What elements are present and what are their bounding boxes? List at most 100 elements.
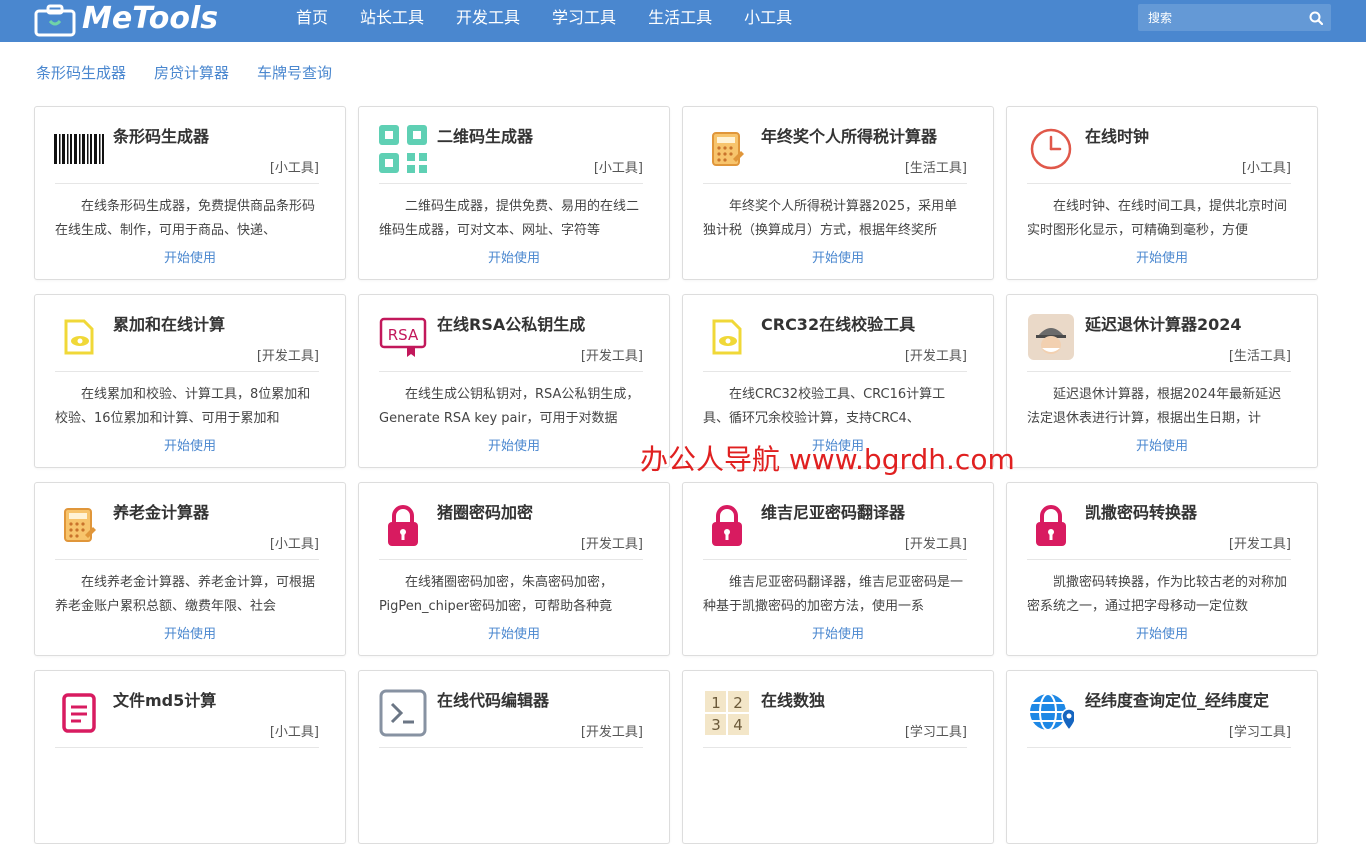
card-category[interactable]: [小工具]: [1242, 157, 1291, 176]
card-title[interactable]: 文件md5计算: [113, 687, 216, 711]
start-using-link[interactable]: 开始使用: [35, 435, 345, 454]
tool-card[interactable]: 在线时钟 [小工具] 在线时钟、在线时间工具，提供北京时间实时图形化显示，可精确到毫…: [1006, 106, 1318, 280]
start-using-link[interactable]: 开始使用: [359, 623, 669, 642]
card-divider: [379, 183, 643, 184]
card-divider: [1027, 183, 1291, 184]
card-divider: [703, 559, 967, 560]
card-divider: [1027, 747, 1291, 748]
start-using-link[interactable]: 开始使用: [683, 247, 993, 266]
card-category[interactable]: [生活工具]: [1229, 345, 1291, 364]
card-description: 在线CRC32校验工具、CRC16计算工具、循环冗余校验计算，支持CRC4、: [703, 387, 946, 426]
nav-dev-tools[interactable]: 开发工具: [456, 0, 520, 36]
site-logo[interactable]: MeTools: [34, 1, 218, 37]
tool-card[interactable]: 条形码生成器 [小工具] 在线条形码生成器，免费提供商品条形码在线生成、制作，可用于…: [34, 106, 346, 280]
start-using-link[interactable]: 开始使用: [35, 623, 345, 642]
tool-card[interactable]: 年终奖个人所得税计算器 [生活工具] 年终奖个人所得税计算器2025，采用单独计税（…: [682, 106, 994, 280]
nav-webmaster-tools[interactable]: 站长工具: [360, 0, 424, 36]
nav-life-tools[interactable]: 生活工具: [648, 0, 712, 36]
card-title[interactable]: 年终奖个人所得税计算器: [761, 123, 937, 147]
tool-card[interactable]: 累加和在线计算 [开发工具] 在线累加和校验、计算工具，8位累加和校验、16位累加和…: [34, 294, 346, 468]
tool-card[interactable]: RSA 在线RSA公私钥生成 [开发工具] 在线生成公钥私钥对，RSA公私钥生成，G…: [358, 294, 670, 468]
start-using-link[interactable]: 开始使用: [35, 247, 345, 266]
logo-text: MeTools: [82, 1, 219, 36]
card-category[interactable]: [开发工具]: [1229, 533, 1291, 552]
tool-card[interactable]: 维吉尼亚密码翻译器 [开发工具] 维吉尼亚密码翻译器，维吉尼亚密码是一种基于凯撒密码…: [682, 482, 994, 656]
tool-card[interactable]: 凯撒密码转换器 [开发工具] 凯撒密码转换器，作为比较古老的对称加密系统之一，通过把…: [1006, 482, 1318, 656]
card-title[interactable]: 猪圈密码加密: [437, 499, 533, 523]
main-nav: 首页 站长工具 开发工具 学习工具 生活工具 小工具: [296, 0, 824, 36]
tool-card[interactable]: 在线代码编辑器 [开发工具]: [358, 670, 670, 844]
start-using-link[interactable]: 开始使用: [1007, 435, 1317, 454]
card-category[interactable]: [开发工具]: [581, 721, 643, 740]
tool-card[interactable]: 猪圈密码加密 [开发工具] 在线猪圈密码加密，朱高密码加密，PigPen_chipe…: [358, 482, 670, 656]
tool-card[interactable]: 二维码生成器 [小工具] 二维码生成器，提供免费、易用的在线二维码生成器，可对文本、…: [358, 106, 670, 280]
card-category[interactable]: [小工具]: [270, 533, 319, 552]
card-title[interactable]: 在线时钟: [1085, 123, 1149, 147]
tool-card[interactable]: 经纬度查询定位_经纬度定 [学习工具]: [1006, 670, 1318, 844]
card-description: 在线猪圈密码加密，朱高密码加密，PigPen_chiper密码加密，可帮助各种竟: [379, 575, 614, 614]
card-divider: [55, 371, 319, 372]
card-title[interactable]: 条形码生成器: [113, 123, 209, 147]
card-description: 延迟退休计算器，根据2024年最新延迟法定退休表进行计算，根据出生日期，计: [1027, 387, 1282, 426]
nav-home[interactable]: 首页: [296, 0, 328, 36]
start-using-link[interactable]: 开始使用: [359, 435, 669, 454]
sudoku-digit: 4: [733, 716, 743, 734]
rsa-label: RSA: [388, 326, 419, 344]
card-title[interactable]: 在线RSA公私钥生成: [437, 311, 585, 335]
card-category[interactable]: [小工具]: [594, 157, 643, 176]
globe-pin-icon: [1025, 687, 1077, 739]
card-title[interactable]: 在线代码编辑器: [437, 687, 549, 711]
card-divider: [379, 747, 643, 748]
card-category[interactable]: [开发工具]: [905, 345, 967, 364]
card-category[interactable]: [开发工具]: [581, 533, 643, 552]
nav-study-tools[interactable]: 学习工具: [552, 0, 616, 36]
card-category[interactable]: [开发工具]: [581, 345, 643, 364]
start-using-link[interactable]: 开始使用: [1007, 623, 1317, 642]
card-category[interactable]: [生活工具]: [905, 157, 967, 176]
card-category[interactable]: [开发工具]: [905, 533, 967, 552]
card-divider: [1027, 559, 1291, 560]
card-description: 在线生成公钥私钥对，RSA公私钥生成，Generate RSA key pair…: [379, 387, 640, 426]
card-title[interactable]: 维吉尼亚密码翻译器: [761, 499, 905, 523]
start-using-link[interactable]: 开始使用: [683, 623, 993, 642]
card-category[interactable]: [小工具]: [270, 721, 319, 740]
sudoku-icon: 12 34: [701, 687, 753, 739]
card-description: 在线时钟、在线时间工具，提供北京时间实时图形化显示，可精确到毫秒，方便: [1027, 199, 1288, 238]
card-title[interactable]: 凯撒密码转换器: [1085, 499, 1197, 523]
lock-icon: [377, 499, 429, 551]
watermark-text: 办公人导航 www.bgrdh.com: [640, 443, 1015, 476]
quick-link-barcode[interactable]: 条形码生成器: [36, 62, 126, 83]
start-using-link[interactable]: 开始使用: [359, 247, 669, 266]
card-category[interactable]: [学习工具]: [1229, 721, 1291, 740]
card-title[interactable]: 在线数独: [761, 687, 825, 711]
card-title[interactable]: CRC32在线校验工具: [761, 311, 915, 335]
card-category[interactable]: [小工具]: [270, 157, 319, 176]
card-category[interactable]: [学习工具]: [905, 721, 967, 740]
rsa-badge-icon: RSA: [377, 311, 429, 363]
card-divider: [703, 371, 967, 372]
lock-icon: [701, 499, 753, 551]
quick-link-mortgage[interactable]: 房贷计算器: [154, 62, 229, 83]
top-navbar: MeTools 首页 站长工具 开发工具 学习工具 生活工具 小工具: [0, 0, 1366, 42]
card-title[interactable]: 累加和在线计算: [113, 311, 225, 335]
card-title[interactable]: 二维码生成器: [437, 123, 533, 147]
card-category[interactable]: [开发工具]: [257, 345, 319, 364]
card-description: 凯撒密码转换器，作为比较古老的对称加密系统之一，通过把字母移动一定位数: [1027, 575, 1288, 614]
sudoku-digit: 1: [711, 694, 721, 712]
tool-card[interactable]: 12 34 在线数独 [学习工具]: [682, 670, 994, 844]
card-title[interactable]: 延迟退休计算器2024: [1085, 311, 1242, 335]
toolbox-logo-icon: [34, 3, 76, 37]
search-icon: [1309, 11, 1323, 25]
card-title[interactable]: 经纬度查询定位_经纬度定: [1085, 687, 1269, 711]
card-title[interactable]: 养老金计算器: [113, 499, 209, 523]
tool-card[interactable]: 文件md5计算 [小工具]: [34, 670, 346, 844]
quick-link-plate[interactable]: 车牌号查询: [257, 62, 332, 83]
card-divider: [55, 747, 319, 748]
nav-small-tools[interactable]: 小工具: [744, 0, 792, 36]
search-button[interactable]: [1301, 4, 1331, 31]
card-divider: [703, 183, 967, 184]
tool-card[interactable]: 养老金计算器 [小工具] 在线养老金计算器、养老金计算，可根据养老金账户累积总额、缴…: [34, 482, 346, 656]
tool-card[interactable]: 延迟退休计算器2024 [生活工具] 延迟退休计算器，根据2024年最新延迟法定退休…: [1006, 294, 1318, 468]
search-input[interactable]: [1138, 4, 1298, 31]
start-using-link[interactable]: 开始使用: [1007, 247, 1317, 266]
